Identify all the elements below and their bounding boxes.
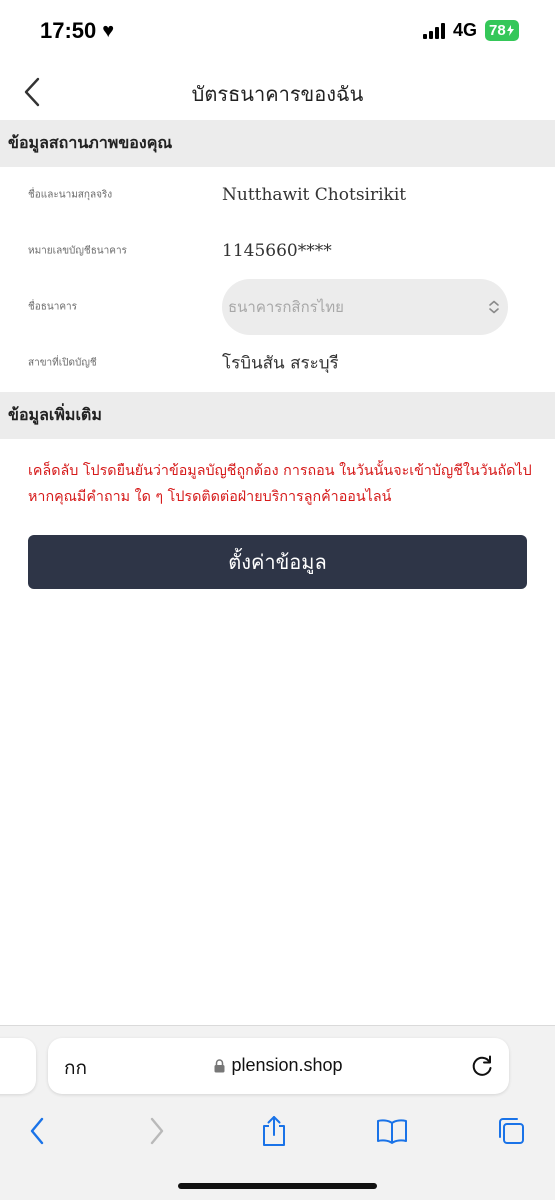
bookmarks-icon — [377, 1119, 407, 1144]
share-button[interactable] — [257, 1114, 291, 1148]
status-bar: 17:50 ♥ 4G 78 — [0, 0, 555, 62]
heart-icon: ♥ — [102, 20, 115, 42]
chevron-right-icon — [150, 1117, 164, 1145]
page-title: บัตรธนาคารของฉัน — [191, 82, 364, 106]
battery-level: 78 — [489, 22, 506, 39]
field-row-account: หมายเลขบัญชีธนาคาร 1145660**** — [0, 223, 555, 279]
share-icon — [263, 1116, 285, 1146]
browser-toolbar — [0, 1106, 555, 1156]
section-header-status: ข้อมูลสถานภาพของคุณ — [0, 120, 555, 167]
browser-forward-button[interactable] — [140, 1114, 174, 1148]
browser-back-button[interactable] — [20, 1114, 54, 1148]
previous-tab-card[interactable] — [0, 1038, 36, 1094]
section-header-more: ข้อมูลเพิ่มเติม — [0, 392, 555, 439]
address-bar[interactable]: กก plension.shop — [48, 1038, 509, 1094]
set-info-button[interactable]: ตั้งค่าข้อมูล — [28, 535, 527, 589]
time-text: 17:50 — [40, 18, 97, 43]
url-display: plension.shop — [48, 1055, 509, 1076]
name-label: ชื่อและนามสกุลจริง — [28, 189, 113, 201]
name-value: Nutthawit Chotsirikit — [222, 185, 407, 205]
tabs-button[interactable] — [494, 1114, 528, 1148]
lock-icon — [214, 1058, 225, 1072]
field-row-branch: สาขาที่เปิดบัญชี โรบินสัน สระบุรี — [0, 335, 555, 391]
chevron-left-icon — [30, 1117, 44, 1145]
bank-select-value: ธนาคารกสิกรไทย — [228, 298, 344, 316]
branch-value: โรบินสัน สระบุรี — [222, 353, 339, 374]
url-text: plension.shop — [231, 1055, 343, 1075]
status-right: 4G 78 — [422, 20, 519, 41]
status-time: 17:50 ♥ — [40, 18, 114, 44]
bank-label: ชื่อธนาคาร — [28, 301, 78, 313]
account-value: 1145660**** — [222, 241, 332, 261]
branch-label: สาขาที่เปิดบัญชี — [28, 357, 97, 369]
reload-icon[interactable] — [469, 1053, 495, 1079]
updown-chevron-icon — [489, 300, 499, 314]
field-row-bank: ชื่อธนาคาร ธนาคารกสิกรไทย — [0, 279, 555, 335]
nav-header: บัตรธนาคารของฉัน — [0, 62, 555, 120]
home-indicator — [178, 1183, 377, 1189]
bookmarks-button[interactable] — [375, 1114, 409, 1148]
charging-bolt-icon — [506, 25, 514, 36]
network-type: 4G — [452, 20, 477, 40]
account-label: หมายเลขบัญชีธนาคาร — [28, 245, 127, 257]
field-row-name: ชื่อและนามสกุลจริง Nutthawit Chotsirikit — [0, 167, 555, 223]
tip-note: เคล็ดลับ โปรดยืนยันว่าข้อมูลบัญชีถูกต้อง… — [28, 463, 532, 505]
tabs-icon — [499, 1118, 524, 1144]
signal-icon — [422, 22, 445, 39]
browser-bar: กก plension.shop — [0, 1025, 555, 1200]
bank-select[interactable]: ธนาคารกสิกรไทย — [222, 279, 508, 335]
battery-icon: 78 — [485, 20, 519, 41]
